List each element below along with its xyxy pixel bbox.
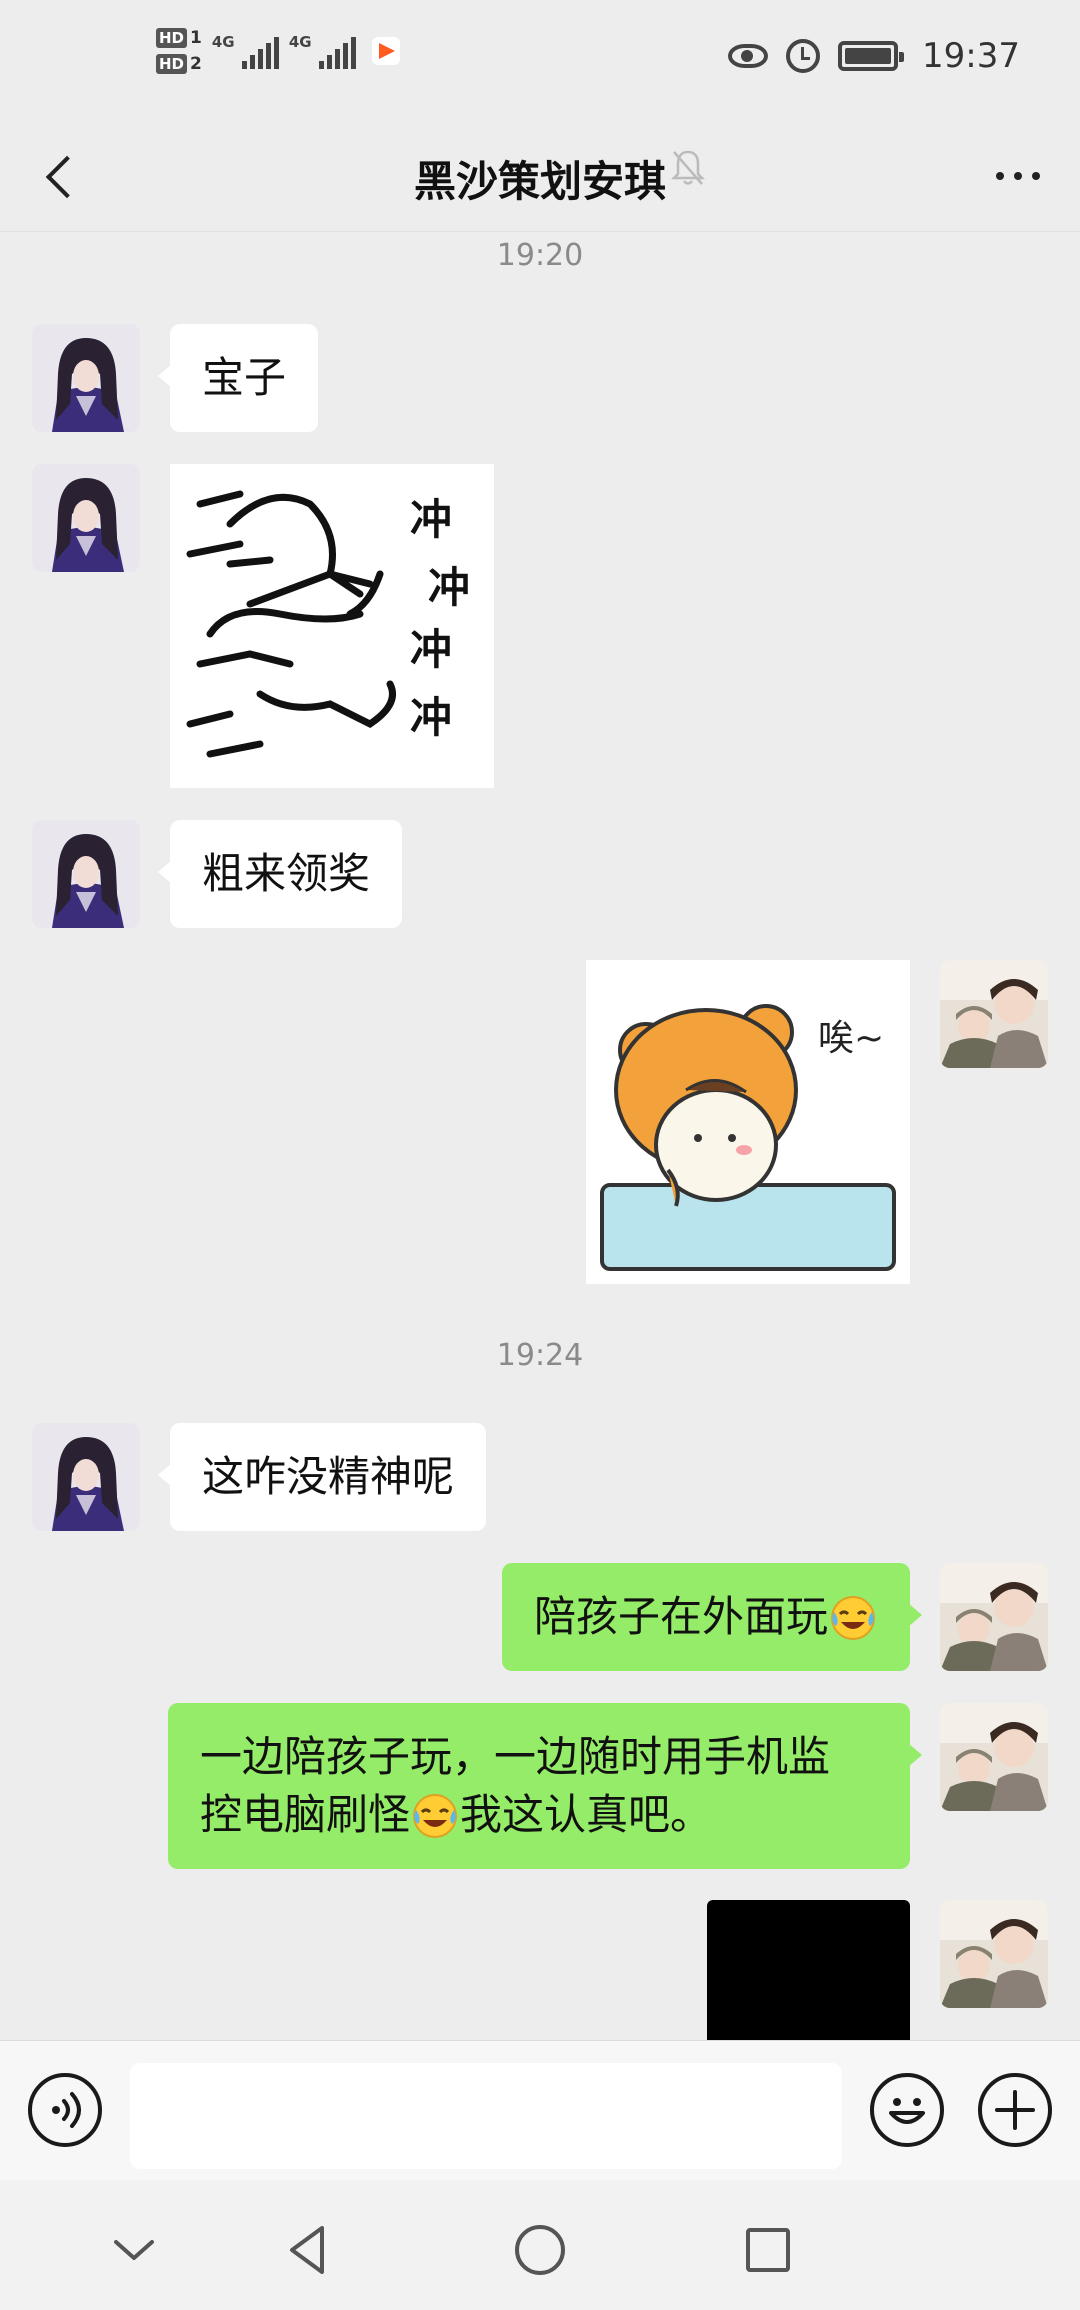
message-text: 控电脑刷怪 <box>200 1790 411 1839</box>
more-options-button[interactable] <box>986 148 1050 204</box>
hide-keyboard-icon[interactable] <box>104 2220 164 2280</box>
sticker-text: 冲 <box>428 563 470 612</box>
hd-tag: HD <box>156 28 188 48</box>
time-separator: 19:24 <box>496 1338 584 1373</box>
signal-icon: 4G <box>212 33 279 69</box>
sim-indicators: HD 1 HD 2 <box>156 28 202 74</box>
emoji-button[interactable] <box>870 2073 944 2147</box>
contact-avatar[interactable] <box>32 324 140 432</box>
message-text: 我这认真吧。 <box>460 1790 713 1839</box>
message-text-line: 控电脑刷怪 我这认真吧。 <box>200 1786 878 1844</box>
status-bar: HD 1 HD 2 4G 4G 19:37 <box>0 0 1080 120</box>
eye-comfort-icon <box>728 44 769 68</box>
alarm-icon <box>786 39 821 73</box>
message-bubble[interactable]: 宝子 <box>157 324 319 432</box>
sim-number: 1 <box>190 28 202 48</box>
emoji-icon <box>889 2098 925 2124</box>
sim2-indicator: HD 2 <box>156 54 202 74</box>
voice-icon <box>52 2092 81 2128</box>
system-navigation-bar <box>0 2180 1080 2310</box>
self-avatar[interactable] <box>940 1900 1048 2008</box>
contact-avatar[interactable] <box>32 464 140 572</box>
message-bubble-self[interactable]: 陪孩子在外面玩 <box>501 1563 923 1671</box>
sticker-text: 唉~ <box>818 1018 884 1059</box>
contact-avatar[interactable] <box>32 820 140 928</box>
notification-app-icon <box>371 37 400 65</box>
network-label: 4G <box>211 33 235 51</box>
media-message[interactable] <box>707 1900 910 2040</box>
chat-header: 黑沙策划安琪 <box>0 120 1080 232</box>
message-bubble-self[interactable]: 一边陪孩子玩，一边随时用手机监 控电脑刷怪 我这认真吧。 <box>168 1703 922 1869</box>
self-avatar[interactable] <box>940 1563 1048 1671</box>
home-nav-icon[interactable] <box>510 2220 570 2280</box>
status-left: HD 1 HD 2 4G 4G <box>156 28 400 74</box>
status-right: 19:37 <box>728 36 1020 76</box>
laugh-cry-emoji-icon <box>413 1793 458 1838</box>
sim1-indicator: HD 1 <box>156 28 202 48</box>
contact-avatar[interactable] <box>32 1423 140 1531</box>
more-functions-button[interactable] <box>978 2073 1052 2147</box>
sticker-tiger[interactable]: 唉~ <box>586 960 910 1284</box>
message-bubble[interactable]: 粗来领奖 <box>157 820 403 928</box>
signal-icon: 4G <box>289 33 356 69</box>
laugh-cry-emoji-icon <box>831 1595 875 1640</box>
message-text: 陪孩子在外面玩 <box>533 1592 828 1641</box>
back-nav-icon[interactable] <box>278 2220 338 2280</box>
status-time: 19:37 <box>922 36 1020 76</box>
voice-button[interactable] <box>28 2073 102 2147</box>
self-avatar[interactable] <box>940 960 1048 1068</box>
network-label: 4G <box>288 33 312 51</box>
hd-tag: HD <box>156 54 188 74</box>
battery-icon <box>838 41 905 71</box>
message-input[interactable] <box>130 2063 842 2169</box>
time-separator: 19:20 <box>496 238 584 273</box>
message-text: 粗来领奖 <box>202 849 371 898</box>
sticker-text: 冲 <box>410 693 452 742</box>
recents-nav-icon[interactable] <box>738 2220 798 2280</box>
message-bubble[interactable]: 这咋没精神呢 <box>157 1423 487 1531</box>
chat-title: 黑沙策划安琪 <box>413 157 666 206</box>
input-bar <box>0 2040 1080 2180</box>
sticker-text: 冲 <box>410 495 452 544</box>
message-text: 宝子 <box>202 353 287 402</box>
sticker-text: 冲 <box>410 625 452 674</box>
self-avatar[interactable] <box>940 1703 1048 1811</box>
plus-icon <box>995 2090 1035 2130</box>
sticker-rush[interactable]: 冲 冲 冲 冲 <box>170 464 494 788</box>
mute-bell-icon <box>670 150 706 185</box>
message-text: 这咋没精神呢 <box>202 1452 455 1501</box>
message-text-line: 一边陪孩子玩，一边随时用手机监 <box>200 1732 831 1781</box>
sim-number: 2 <box>190 54 202 74</box>
